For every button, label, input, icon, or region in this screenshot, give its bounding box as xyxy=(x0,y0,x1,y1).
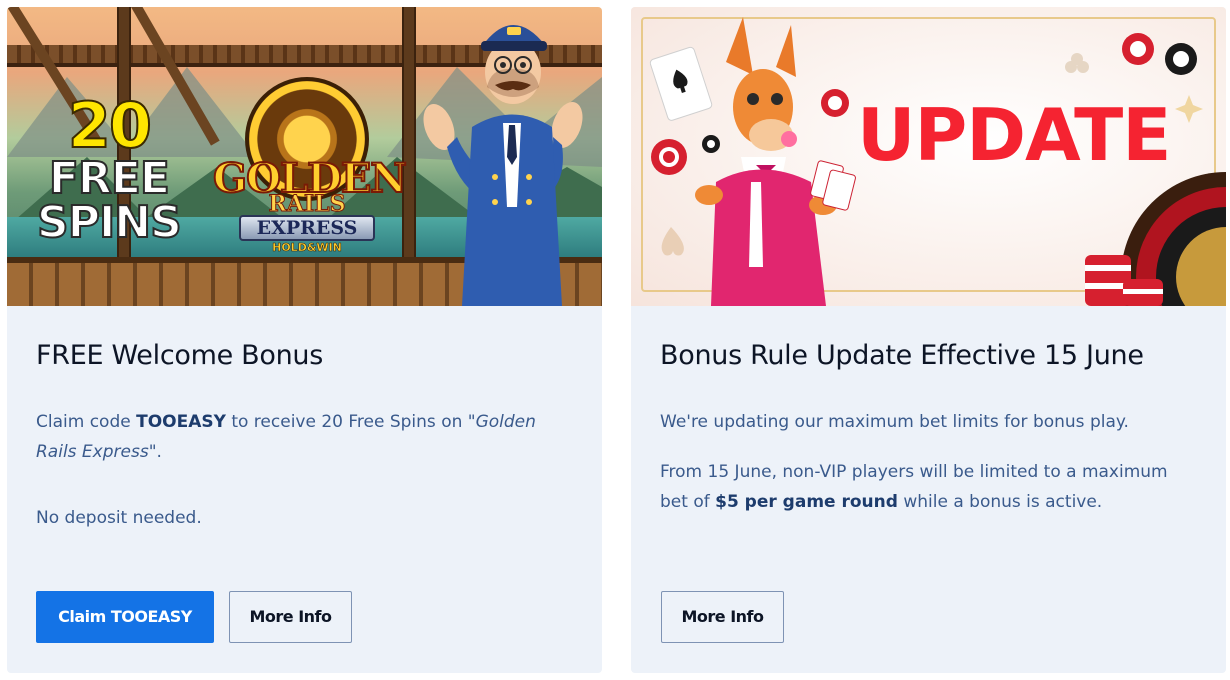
train-conductor-illustration xyxy=(423,25,583,306)
details-text: while a bonus is active. xyxy=(897,492,1103,512)
spins-number: 20 xyxy=(67,89,153,162)
more-info-button[interactable]: More Info xyxy=(661,591,784,643)
golden-rails-banner-image: 20 FREE SPINS GOLDEN RAILS EXPRESS HOLD&… xyxy=(7,7,602,306)
card-description: Claim code TOOEASY to receive 20 Free Sp… xyxy=(36,407,556,467)
claim-code-button[interactable]: Claim TOOEASY xyxy=(36,591,214,643)
spins-word-spins: SPINS xyxy=(36,197,183,248)
update-banner-image: UPDATE xyxy=(631,7,1226,306)
spins-word-free: FREE xyxy=(48,153,171,204)
card-note: No deposit needed. xyxy=(36,508,202,528)
description-text: to receive 20 Free Spins on " xyxy=(225,412,476,432)
logo-express-text: EXPRESS xyxy=(239,215,375,241)
card-details: From 15 June, non-VIP players will be li… xyxy=(660,457,1180,517)
more-info-button[interactable]: More Info xyxy=(229,591,352,643)
promo-card-bonus-rule-update: UPDATE Bonus Rule Update Effective 15 Ju… xyxy=(631,7,1226,673)
free-spins-graphic: 20 FREE SPINS xyxy=(36,89,183,248)
promo-card-welcome-bonus: 20 FREE SPINS GOLDEN RAILS EXPRESS HOLD&… xyxy=(7,7,602,673)
logo-rails-text: RAILS xyxy=(268,191,346,218)
bonus-code: TOOEASY xyxy=(136,412,226,432)
update-headline: UPDATE xyxy=(857,93,1171,177)
golden-rails-logo: GOLDEN RAILS EXPRESS HOLD&WIN xyxy=(207,67,408,257)
bet-limit: $5 per game round xyxy=(715,492,898,512)
card-title: FREE Welcome Bonus xyxy=(36,340,324,371)
card-description: We're updating our maximum bet limits fo… xyxy=(660,412,1129,432)
description-text: Claim code xyxy=(36,412,137,432)
description-text: ". xyxy=(148,442,162,462)
logo-holdwin-text: HOLD&WIN xyxy=(272,241,342,255)
card-title: Bonus Rule Update Effective 15 June xyxy=(660,340,1144,371)
